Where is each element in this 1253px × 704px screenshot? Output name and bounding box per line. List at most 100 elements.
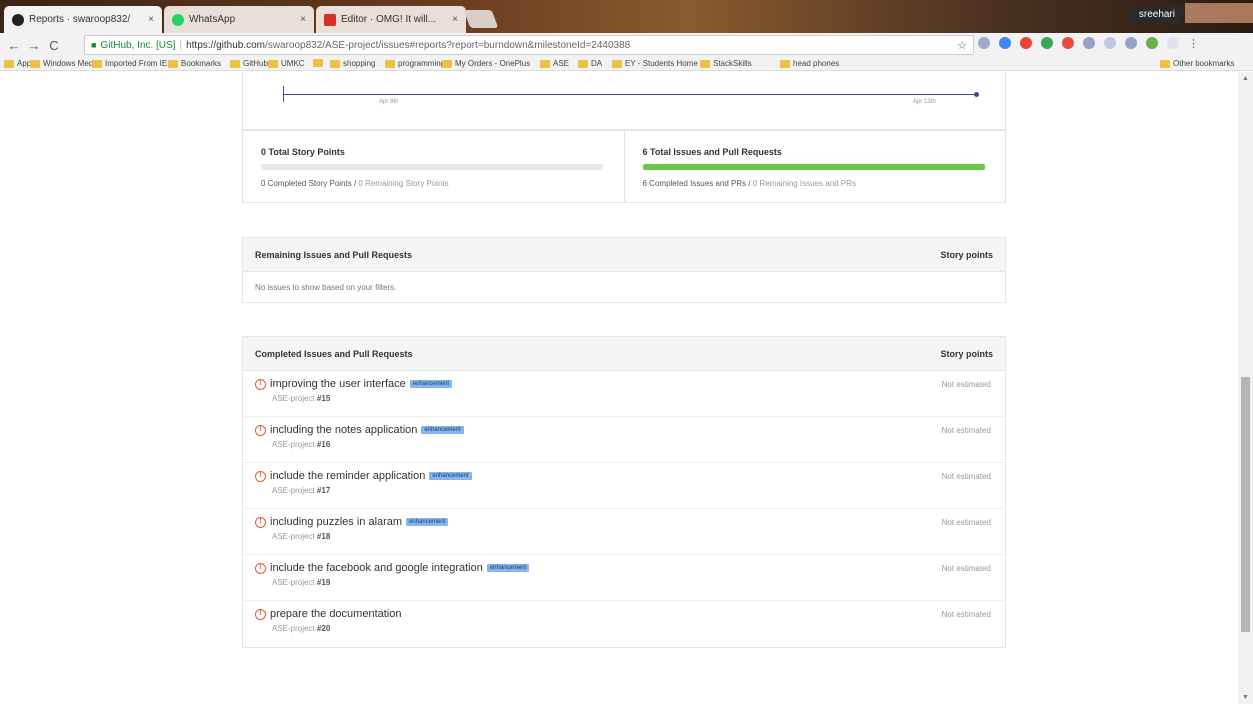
issue-title-link[interactable]: prepare the documentation	[270, 608, 401, 620]
issue-title-link[interactable]: including puzzles in alaram	[270, 516, 402, 528]
issue-number[interactable]: #15	[317, 394, 330, 403]
issue-number[interactable]: #16	[317, 440, 330, 449]
extension-icon[interactable]	[1041, 37, 1053, 49]
bookmark-item[interactable]: Imported From IE	[92, 59, 167, 68]
bookmark-item[interactable]: Bookmarks	[168, 59, 221, 68]
issue-number[interactable]: #19	[317, 578, 330, 587]
tab-title: Editor · OMG! It will...	[341, 14, 437, 25]
bookmark-label: UMKC	[281, 59, 305, 68]
bookmark-item[interactable]: My Orders - OnePlus	[442, 59, 530, 68]
bookmark-folder-icon	[780, 59, 790, 68]
issue-line: ! improving the user interface enhancement	[255, 378, 993, 390]
extension-icon[interactable]	[1104, 37, 1116, 49]
url-path: /swaroop832/ASE-project/issues#reports?r…	[265, 39, 631, 51]
issue-row: ! improving the user interface enhancement…	[243, 371, 1005, 417]
menu-icon[interactable]: ⋮	[1188, 37, 1199, 50]
issue-title-link[interactable]: improving the user interface	[270, 378, 406, 390]
bookmark-folder-icon	[168, 59, 178, 68]
scrollbar-thumb[interactable]	[1241, 377, 1250, 632]
extension-icon[interactable]	[1167, 37, 1179, 49]
story-points-detail: 0 Completed Story Points / 0 Remaining S…	[261, 179, 606, 188]
bookmark-label: head phones	[793, 59, 840, 68]
repo-name[interactable]: ASE-project	[272, 578, 315, 587]
issue-row: ! prepare the documentation ASE-project #2…	[243, 601, 1005, 647]
issue-meta: ASE-project #17	[272, 486, 993, 495]
scroll-down-icon[interactable]: ▼	[1242, 694, 1249, 701]
opera-icon[interactable]	[1020, 37, 1032, 49]
bookmark-item[interactable]: programming	[385, 59, 445, 68]
repo-name[interactable]: ASE-project	[272, 440, 315, 449]
issue-title-link[interactable]: include the facebook and google integrat…	[270, 562, 483, 574]
bookmark-item[interactable]: Windows Media	[30, 59, 99, 68]
bookmark-item[interactable]	[313, 59, 326, 67]
browser-toolbar: ← → C ■ GitHub, Inc. [US] | https://gith…	[0, 33, 1253, 57]
issue-row: ! including puzzles in alaram enhancement A…	[243, 509, 1005, 555]
bookmark-folder-icon	[30, 59, 40, 68]
reload-icon[interactable]: C	[44, 38, 64, 53]
page-scrollbar[interactable]: ▲ ▼	[1238, 72, 1253, 704]
star-icon[interactable]: ☆	[957, 39, 967, 52]
extension-icons: ⋮	[978, 37, 1199, 50]
url-host: https://github.com	[186, 39, 266, 51]
bookmark-item[interactable]: GitHub	[230, 59, 268, 68]
bookmark-label: GitHub	[243, 59, 268, 68]
issue-number[interactable]: #20	[317, 624, 330, 633]
issue-line: ! including the notes application enhancem…	[255, 424, 993, 436]
chart-x-axis	[283, 94, 977, 95]
enhancement-label[interactable]: enhancement	[486, 564, 530, 572]
chart-end-point	[974, 92, 979, 97]
enhancement-label[interactable]: enhancement	[429, 472, 472, 480]
issue-number[interactable]: #17	[317, 486, 330, 495]
repo-name[interactable]: ASE-project	[272, 624, 315, 633]
new-tab-button[interactable]	[463, 10, 499, 28]
tab-whatsapp[interactable]: WhatsApp ×	[164, 6, 314, 33]
bookmark-item[interactable]: UMKC	[268, 59, 305, 68]
extension-icon[interactable]	[1083, 37, 1095, 49]
forward-icon[interactable]: →	[24, 38, 44, 53]
other-bookmarks[interactable]: Other bookmarks	[1160, 59, 1234, 68]
extension-icon[interactable]	[999, 37, 1011, 49]
close-tab-icon[interactable]: ×	[452, 14, 458, 25]
issues-progress	[642, 164, 985, 170]
address-bar[interactable]: ■ GitHub, Inc. [US] | https://github.com…	[84, 35, 974, 55]
bookmark-item[interactable]: StackSkills	[700, 59, 752, 68]
close-tab-icon[interactable]: ×	[148, 14, 154, 25]
back-icon[interactable]: ←	[4, 38, 24, 53]
extension-icon[interactable]	[1125, 37, 1137, 49]
bookmark-label: Bookmarks	[181, 59, 222, 68]
issue-title-link[interactable]: including the notes application	[270, 424, 417, 436]
issue-number[interactable]: #18	[317, 532, 330, 541]
enhancement-label[interactable]: enhancement	[406, 518, 449, 526]
pocket-icon[interactable]	[1062, 37, 1074, 49]
bookmark-item[interactable]: head phones	[780, 59, 839, 68]
close-tab-icon[interactable]: ×	[300, 14, 306, 25]
bookmark-item[interactable]: shopping	[330, 59, 375, 68]
bookmark-item[interactable]: EY - Students Home	[612, 59, 698, 68]
issue-title-link[interactable]: include the reminder application	[270, 470, 425, 482]
bookmark-item[interactable]: DA	[578, 59, 602, 68]
remaining-issues[interactable]: 0 Remaining Issues and PRs	[753, 179, 856, 188]
extension-icon[interactable]	[978, 37, 990, 49]
issue-line: ! including puzzles in alaram enhancement	[255, 516, 993, 528]
repo-name[interactable]: ASE-project	[272, 532, 315, 541]
profile-button[interactable]: sreehari	[1130, 6, 1183, 24]
window-controls[interactable]	[1185, 3, 1253, 23]
scroll-up-icon[interactable]: ▲	[1242, 75, 1249, 82]
closed-issue-icon: !	[255, 608, 266, 620]
issues-progress-fill	[642, 164, 985, 170]
remaining-story-points[interactable]: 0 Remaining Story Points	[358, 179, 448, 188]
enhancement-label[interactable]: enhancement	[409, 380, 453, 388]
enhancement-label[interactable]: enhancement	[421, 426, 464, 434]
remaining-issues-panel: Remaining Issues and Pull Requests Story…	[242, 237, 1006, 303]
repo-name[interactable]: ASE-project	[272, 394, 315, 403]
story-points-summary: 0 Total Story Points 0 Completed Story P…	[243, 131, 624, 202]
bookmark-item[interactable]: ASE	[540, 59, 569, 68]
issue-row: ! including the notes application enhancem…	[243, 417, 1005, 463]
tab-reports[interactable]: Reports · swaroop832/ ×	[4, 6, 162, 33]
bookmark-label: ASE	[553, 59, 570, 68]
url-divider: |	[179, 39, 183, 51]
repo-name[interactable]: ASE-project	[272, 486, 315, 495]
tab-editor[interactable]: Editor · OMG! It will... ×	[316, 6, 466, 33]
extension-icon[interactable]	[1146, 37, 1158, 49]
bookmark-label: shopping	[343, 59, 376, 68]
